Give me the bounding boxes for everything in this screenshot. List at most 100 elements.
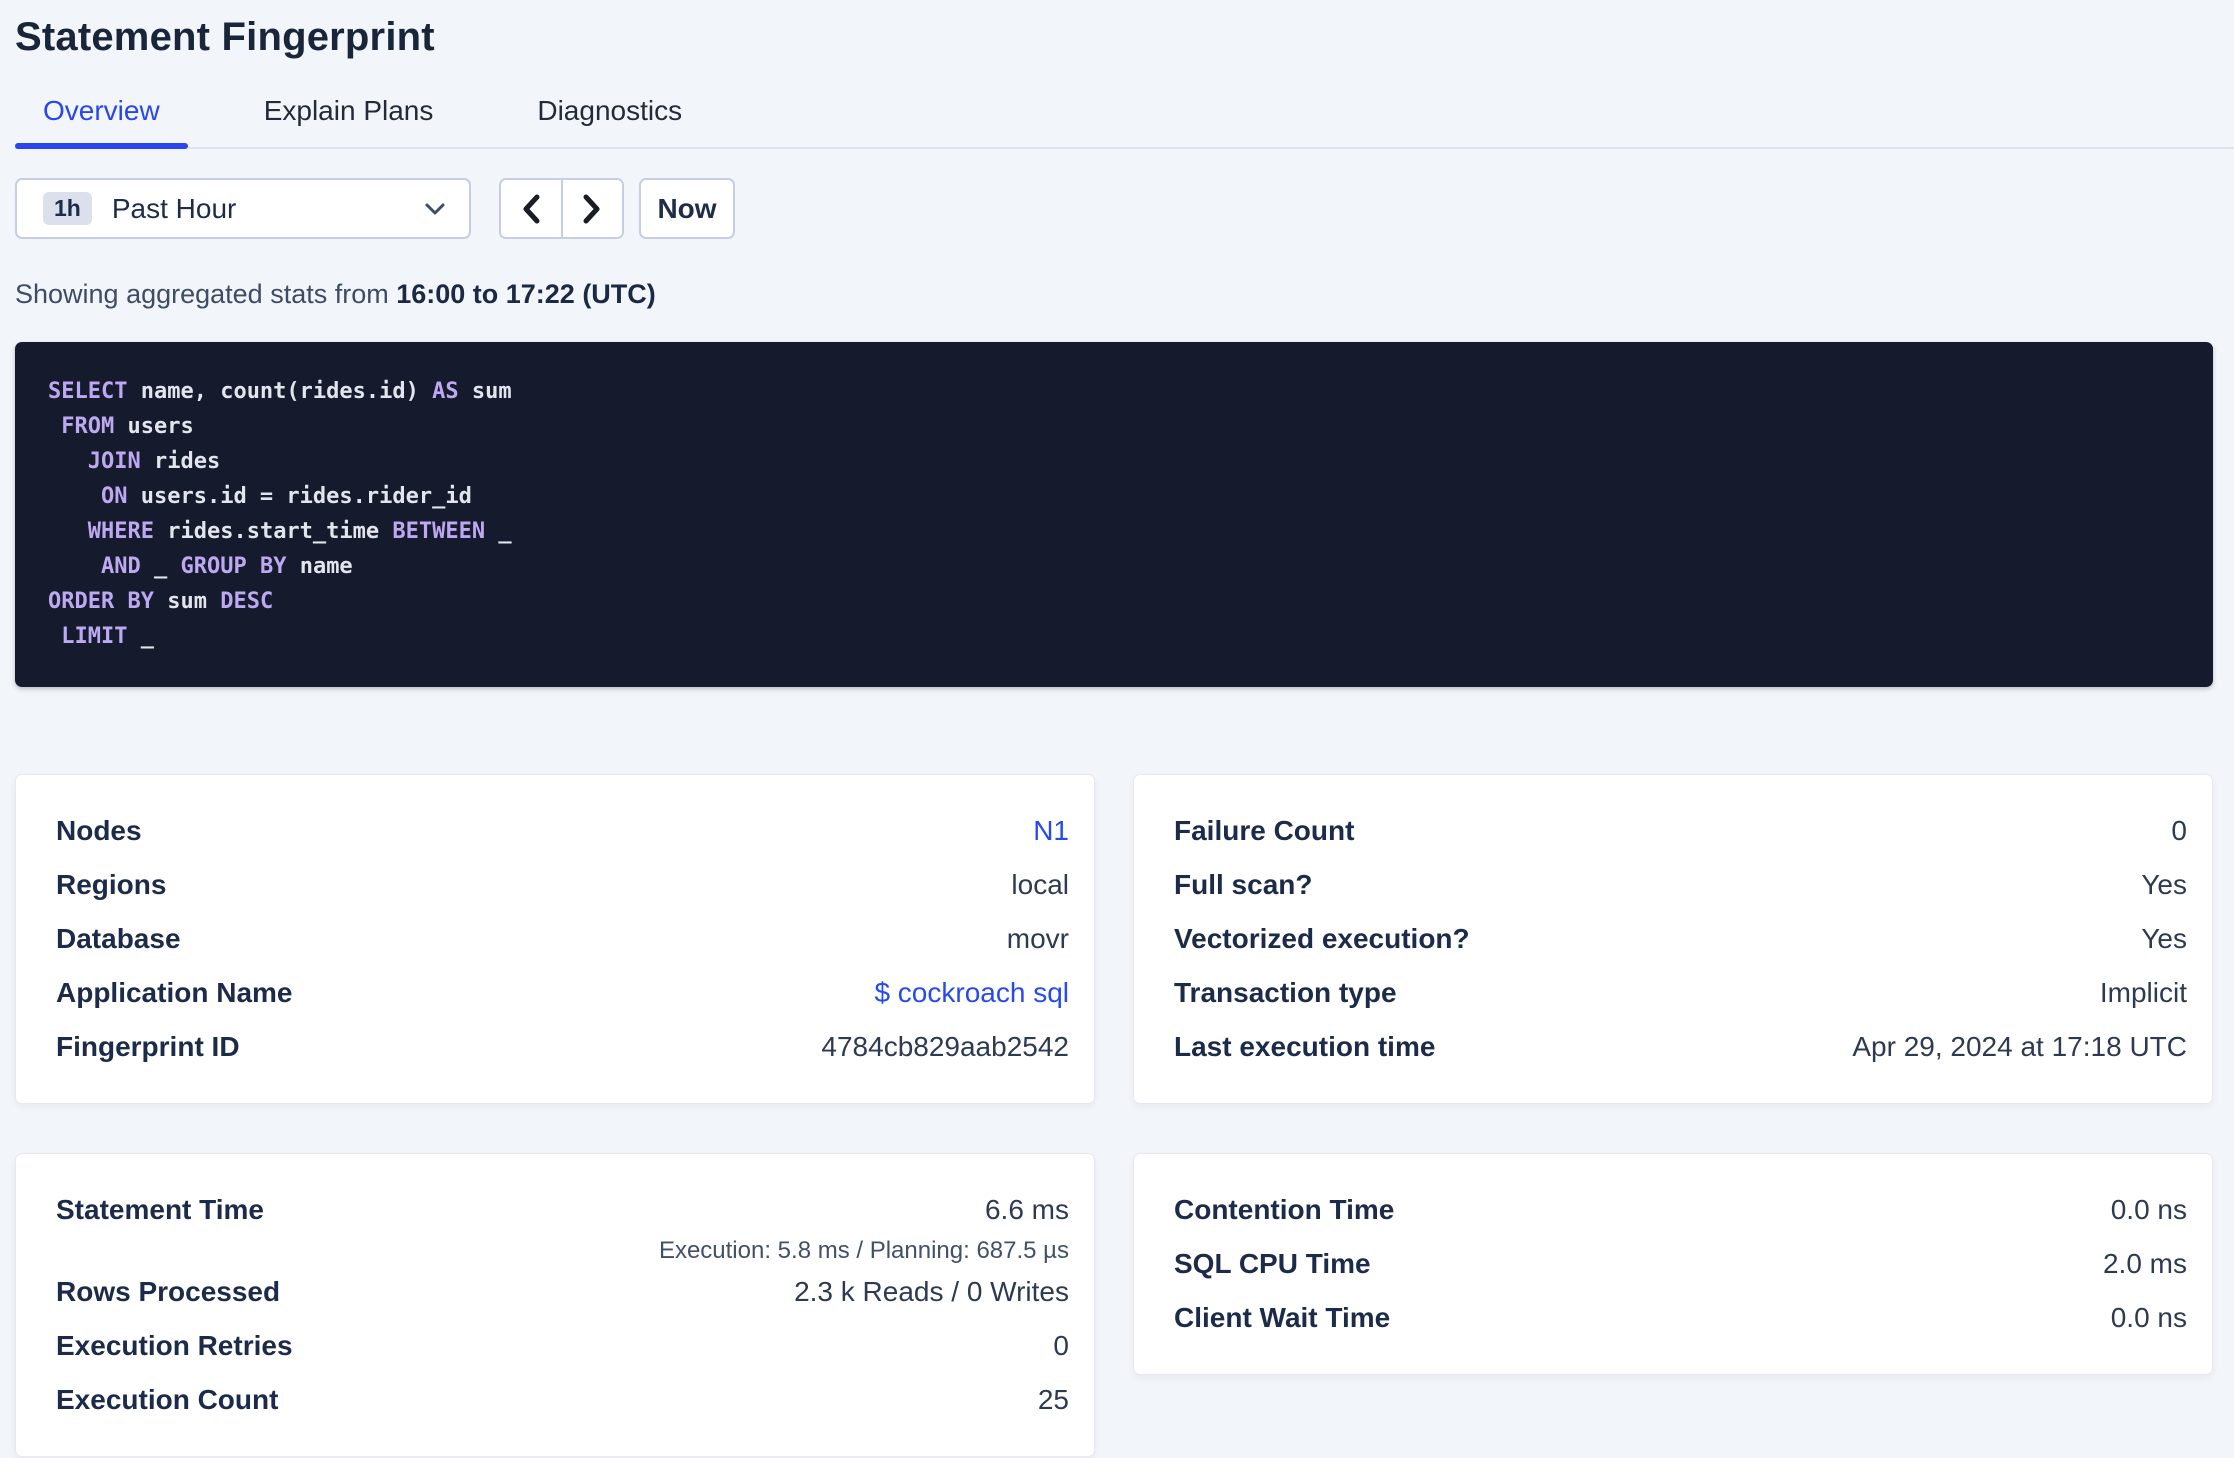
- sql-keyword: DESC: [220, 589, 274, 614]
- info-label: Execution Count: [56, 1384, 279, 1415]
- info-value-wrap: Apr 29, 2024 at 17:18 UTC: [1852, 1020, 2187, 1074]
- info-label: Database: [56, 923, 181, 954]
- info-value: 4784cb829aab2542: [821, 1031, 1069, 1062]
- info-value-wrap: local: [1011, 858, 1069, 912]
- sql-text: users: [114, 414, 194, 439]
- info-value: 0.0 ns: [2110, 1194, 2187, 1225]
- info-value: local: [1011, 869, 1069, 900]
- tab-diagnostics[interactable]: Diagnostics: [509, 94, 710, 147]
- info-value-wrap: Implicit: [2100, 966, 2187, 1020]
- stats-summary: Showing aggregated stats from 16:00 to 1…: [15, 279, 2213, 310]
- sql-line: LIMIT _: [48, 619, 2183, 654]
- tab-overview[interactable]: Overview: [15, 94, 188, 149]
- time-range-arrows: [499, 178, 624, 239]
- info-value-wrap: 0.0 ns: [2111, 1291, 2187, 1345]
- info-value-wrap: 0: [2171, 804, 2187, 858]
- info-value: 2.0 ms: [2102, 1248, 2187, 1279]
- info-value: 0: [2171, 815, 2187, 846]
- info-value: 6.6 ms: [984, 1194, 1069, 1225]
- info-label: Failure Count: [1174, 815, 1355, 846]
- info-row: Application Name $ cockroach sql: [56, 966, 1069, 1020]
- sql-text: users.id = rides.rider_id: [127, 484, 472, 509]
- sql-text: rides.start_time: [153, 519, 393, 544]
- sql-text: sum: [153, 589, 221, 614]
- timing-card: Statement Time 6.6 ms Execution: 5.8 ms / …: [15, 1153, 1095, 1457]
- info-value: Apr 29, 2024 at 17:18 UTC: [1852, 1031, 2187, 1062]
- info-value-wrap: $ cockroach sql: [874, 966, 1069, 1020]
- sql-text: _: [127, 624, 154, 649]
- tab-explain-plans[interactable]: Explain Plans: [236, 94, 462, 147]
- sql-text: _: [485, 519, 512, 544]
- chevron-right-icon: [579, 192, 605, 226]
- sql-line: WHERE rides.start_time BETWEEN _: [48, 514, 2183, 549]
- info-value-wrap: 2.0 ms: [2103, 1237, 2187, 1291]
- sql-keyword: ON: [100, 484, 128, 509]
- info-label: Transaction type: [1174, 977, 1397, 1008]
- info-label: Execution Retries: [56, 1330, 293, 1361]
- sql-line: FROM users: [48, 409, 2183, 444]
- info-value-wrap: Yes: [2141, 912, 2187, 966]
- info-label: Regions: [56, 869, 167, 900]
- info-label: Vectorized execution?: [1174, 923, 1470, 954]
- details-card: Nodes N1 Regions local Database movr Applicati…: [15, 774, 1095, 1104]
- prev-time-button[interactable]: [501, 180, 563, 237]
- info-value-wrap: 25: [1038, 1373, 1069, 1427]
- sql-keyword: ORDER BY: [48, 589, 154, 614]
- info-row: Fingerprint ID 4784cb829aab2542: [56, 1020, 1069, 1074]
- info-value: movr: [1006, 923, 1069, 954]
- stats-summary-range: 16:00 to 17:22 (UTC): [396, 279, 656, 309]
- sql-line: ON users.id = rides.rider_id: [48, 479, 2183, 514]
- sql-keyword: FROM: [61, 414, 115, 439]
- info-value-wrap: 4784cb829aab2542: [821, 1020, 1069, 1074]
- info-value: Implicit: [2099, 977, 2187, 1008]
- info-value: 0: [1053, 1330, 1069, 1361]
- next-time-button[interactable]: [562, 180, 622, 237]
- sql-keyword: SELECT: [48, 379, 128, 404]
- sql-keyword: WHERE: [87, 519, 154, 544]
- info-value-wrap: Yes: [2141, 858, 2187, 912]
- info-value: 25: [1037, 1384, 1069, 1415]
- info-value: Yes: [2141, 923, 2187, 954]
- sql-keyword: LIMIT: [61, 624, 128, 649]
- info-value-wrap: 6.6 ms Execution: 5.8 ms / Planning: 687.…: [659, 1183, 1069, 1265]
- sql-line: ORDER BY sum DESC: [48, 584, 2183, 619]
- time-range-dropdown[interactable]: 1h Past Hour: [15, 178, 471, 239]
- cards-right-column: Failure Count 0 Full scan? Yes Vectorized ex…: [1133, 774, 2213, 1457]
- info-value-link[interactable]: N1: [1033, 815, 1069, 846]
- info-value-wrap: 0.0 ns: [2111, 1183, 2187, 1237]
- page-title: Statement Fingerprint: [15, 15, 435, 59]
- time-picker: 1h Past Hour Now: [15, 178, 2213, 239]
- info-label: SQL CPU Time: [1174, 1248, 1371, 1279]
- now-button[interactable]: Now: [639, 178, 735, 239]
- info-value-link[interactable]: $ cockroach sql: [874, 977, 1069, 1008]
- statement-fingerprint-page: Statement Fingerprint Overview Explain P…: [0, 0, 2234, 1457]
- info-row: Vectorized execution? Yes: [1174, 912, 2187, 966]
- info-row: Database movr: [56, 912, 1069, 966]
- tab-bar: Overview Explain Plans Diagnostics: [15, 94, 2234, 149]
- info-row: Statement Time 6.6 ms Execution: 5.8 ms / …: [56, 1183, 1069, 1265]
- info-value: 2.3 k Reads / 0 Writes: [794, 1276, 1069, 1307]
- sql-keyword: AND: [100, 554, 141, 579]
- sql-text: _: [140, 554, 181, 579]
- sql-statement-box: SELECT name, count(rides.id) AS sum FROM…: [15, 342, 2213, 687]
- info-label: Fingerprint ID: [56, 1031, 240, 1062]
- info-label: Full scan?: [1174, 869, 1313, 900]
- info-value: Yes: [2141, 869, 2187, 900]
- sql-line: SELECT name, count(rides.id) AS sum: [48, 374, 2183, 409]
- sql-text: rides: [140, 449, 221, 474]
- info-row: Failure Count 0: [1174, 804, 2187, 858]
- info-row: Rows Processed 2.3 k Reads / 0 Writes: [56, 1265, 1069, 1319]
- info-value-wrap: 2.3 k Reads / 0 Writes: [794, 1265, 1069, 1319]
- info-value-wrap: N1: [1033, 804, 1069, 858]
- info-row: Execution Count 25: [56, 1373, 1069, 1427]
- time-range-label: Past Hour: [111, 192, 237, 224]
- info-label: Statement Time: [56, 1194, 264, 1225]
- sql-line: JOIN rides: [48, 444, 2183, 479]
- attributes-card: Failure Count 0 Full scan? Yes Vectorized ex…: [1133, 774, 2213, 1104]
